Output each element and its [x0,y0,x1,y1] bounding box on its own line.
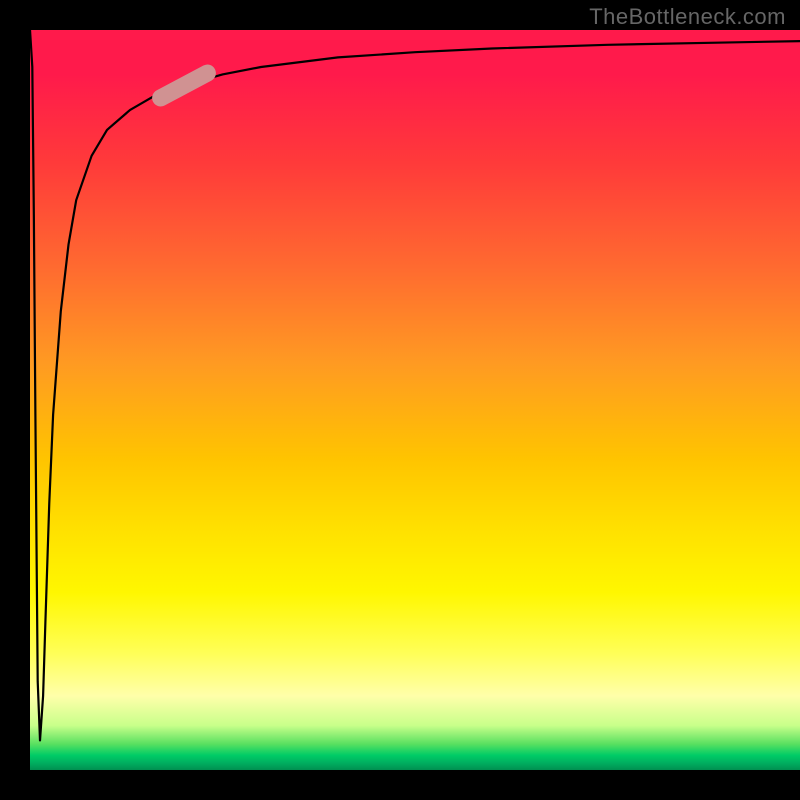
bottleneck-curve [30,30,800,740]
branding-label: TheBottleneck.com [589,4,786,30]
chart-container: TheBottleneck.com [0,0,800,800]
curve-svg [30,30,800,770]
plot-area [30,30,800,770]
